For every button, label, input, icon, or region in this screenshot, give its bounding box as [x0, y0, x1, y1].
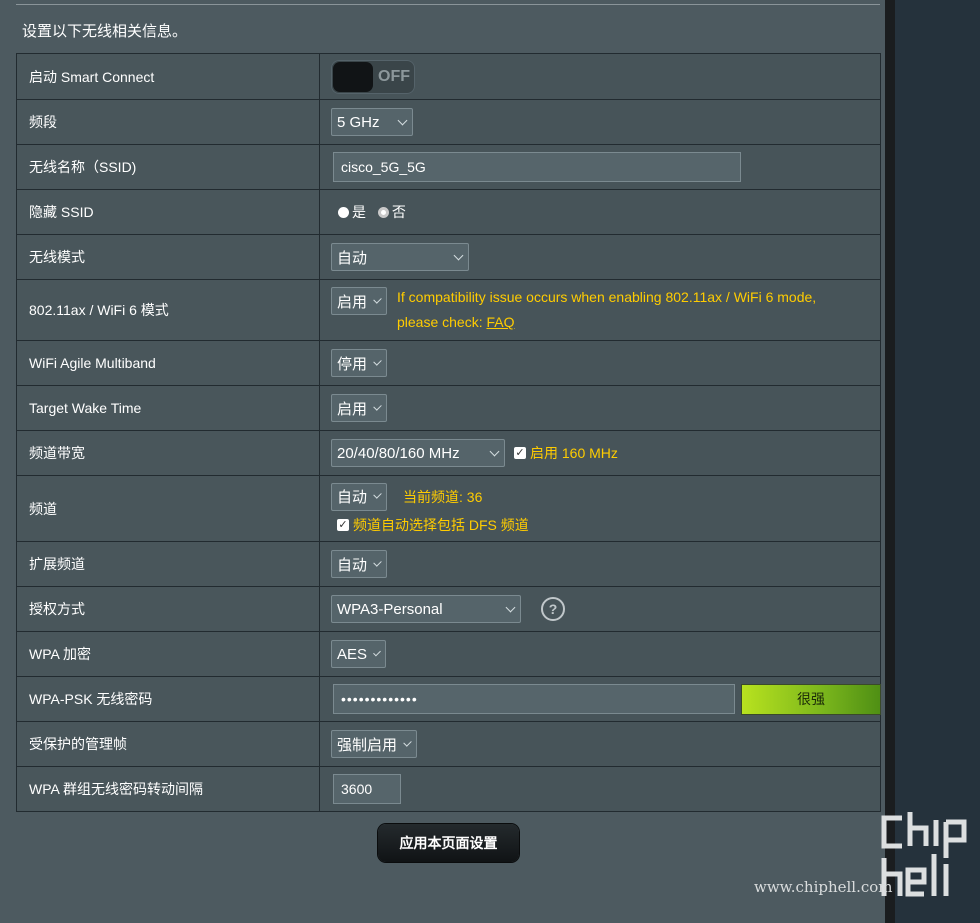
chevron-down-icon [453, 250, 464, 260]
label-wifi6: 802.11ax / WiFi 6 模式 [16, 279, 320, 341]
row-band: 频段 5 GHz [16, 99, 881, 145]
label-smart-connect: 启动 Smart Connect [16, 53, 320, 100]
psk-password-input[interactable]: ••••••••••••• [333, 684, 736, 714]
wireless-settings-table: 启动 Smart Connect OFF 频段 5 GHz 无线名称（SSID)… [16, 53, 881, 812]
row-ssid: 无线名称（SSID) cisco_5G_5G [16, 144, 881, 190]
chevron-down-icon [373, 401, 382, 411]
chevron-down-icon [373, 557, 382, 567]
row-ext-channel: 扩展频道 自动 [16, 541, 881, 587]
wifi6-note-prefix: please check: [397, 314, 487, 330]
rekey-interval-input[interactable]: 3600 [333, 774, 401, 804]
toggle-knob [333, 61, 373, 92]
row-wifi6: 802.11ax / WiFi 6 模式 启用 If compatibility… [16, 279, 881, 341]
chevron-down-icon [403, 737, 412, 747]
dfs-checkbox[interactable]: ✓ [337, 518, 349, 531]
band-select[interactable]: 5 GHz [331, 108, 413, 136]
section-title: 设置以下无线相关信息。 [22, 23, 188, 40]
bandwidth-select[interactable]: 20/40/80/160 MHz [331, 439, 505, 467]
page-frame-edge [885, 0, 895, 923]
label-auth: 授权方式 [16, 586, 320, 632]
row-twt: Target Wake Time 启用 [16, 385, 881, 431]
label-wireless-mode: 无线模式 [16, 234, 320, 280]
label-pmf: 受保护的管理帧 [16, 721, 320, 767]
row-smart-connect: 启动 Smart Connect OFF [16, 53, 881, 100]
page-side-background [895, 0, 980, 923]
wifi6-compat-note: If compatibility issue occurs when enabl… [397, 289, 817, 305]
wireless-mode-select[interactable]: 自动 [331, 243, 469, 271]
wpa-encryption-select[interactable]: AES [331, 640, 386, 668]
ext-channel-select[interactable]: 自动 [331, 550, 387, 578]
hide-ssid-yes-radio[interactable] [338, 206, 349, 218]
chevron-down-icon [397, 115, 408, 125]
wifi6-select[interactable]: 启用 [331, 287, 387, 315]
agile-multiband-select[interactable]: 停用 [331, 349, 387, 377]
row-bandwidth: 频道带宽 20/40/80/160 MHz ✓ 启用 160 MHz [16, 430, 881, 476]
label-rekey-interval: WPA 群组无线密码转动间隔 [16, 766, 320, 812]
chevron-down-icon [489, 446, 500, 456]
label-twt: Target Wake Time [16, 385, 320, 431]
label-agile-multiband: WiFi Agile Multiband [16, 340, 320, 386]
row-wpa-encryption: WPA 加密 AES [16, 631, 881, 677]
chevron-down-icon [373, 294, 382, 304]
hide-ssid-yes-label: 是 [352, 204, 366, 220]
chevron-down-icon [373, 490, 382, 499]
label-ssid: 无线名称（SSID) [16, 144, 320, 190]
hide-ssid-no-label: 否 [391, 204, 406, 220]
toggle-state-text: OFF [378, 67, 410, 85]
row-auth: 授权方式 WPA3-Personal ? [16, 586, 881, 632]
label-channel: 频道 [16, 475, 320, 542]
chiphell-logo [881, 812, 967, 897]
row-psk: WPA-PSK 无线密码 ••••••••••••• 很强 [16, 676, 881, 722]
top-divider [16, 4, 880, 5]
ssid-input[interactable]: cisco_5G_5G [333, 152, 741, 182]
row-pmf: 受保护的管理帧 强制启用 [16, 721, 881, 767]
twt-select[interactable]: 启用 [331, 394, 387, 422]
chevron-down-icon [505, 602, 516, 612]
row-wireless-mode: 无线模式 自动 [16, 234, 881, 280]
help-icon[interactable]: ? [541, 597, 565, 621]
faq-link[interactable]: FAQ [487, 314, 515, 330]
row-hide-ssid: 隐藏 SSID 是 否 [16, 189, 881, 235]
row-agile-multiband: WiFi Agile Multiband 停用 [16, 340, 881, 386]
label-bandwidth: 频道带宽 [16, 430, 320, 476]
label-ext-channel: 扩展频道 [16, 541, 320, 587]
chevron-down-icon [373, 648, 381, 656]
row-rekey-interval: WPA 群组无线密码转动间隔 3600 [16, 766, 881, 812]
pmf-select[interactable]: 强制启用 [331, 730, 417, 758]
watermark-url: www.chiphell.com [754, 878, 893, 896]
row-channel: 频道 自动 当前频道: 36 ✓ 频道自动选择包括 DFS 频道 [16, 475, 881, 542]
label-wpa-encryption: WPA 加密 [16, 631, 320, 677]
smart-connect-toggle[interactable]: OFF [331, 59, 415, 94]
enable-160mhz-checkbox[interactable]: ✓ [514, 447, 526, 459]
label-hide-ssid: 隐藏 SSID [16, 189, 320, 235]
label-psk: WPA-PSK 无线密码 [16, 676, 320, 722]
auth-method-select[interactable]: WPA3-Personal [331, 595, 521, 623]
apply-settings-button[interactable]: 应用本页面设置 [378, 824, 519, 862]
password-strength-meter: 很强 [742, 684, 880, 714]
label-band: 频段 [16, 99, 320, 145]
hide-ssid-no-radio[interactable] [377, 206, 389, 218]
dfs-label: 频道自动选择包括 DFS 频道 [353, 516, 529, 533]
enable-160mhz-label: 启用 160 MHz [530, 445, 618, 461]
current-channel-text: 当前频道: 36 [403, 488, 483, 505]
chevron-down-icon [373, 356, 382, 366]
channel-select[interactable]: 自动 [331, 482, 387, 511]
